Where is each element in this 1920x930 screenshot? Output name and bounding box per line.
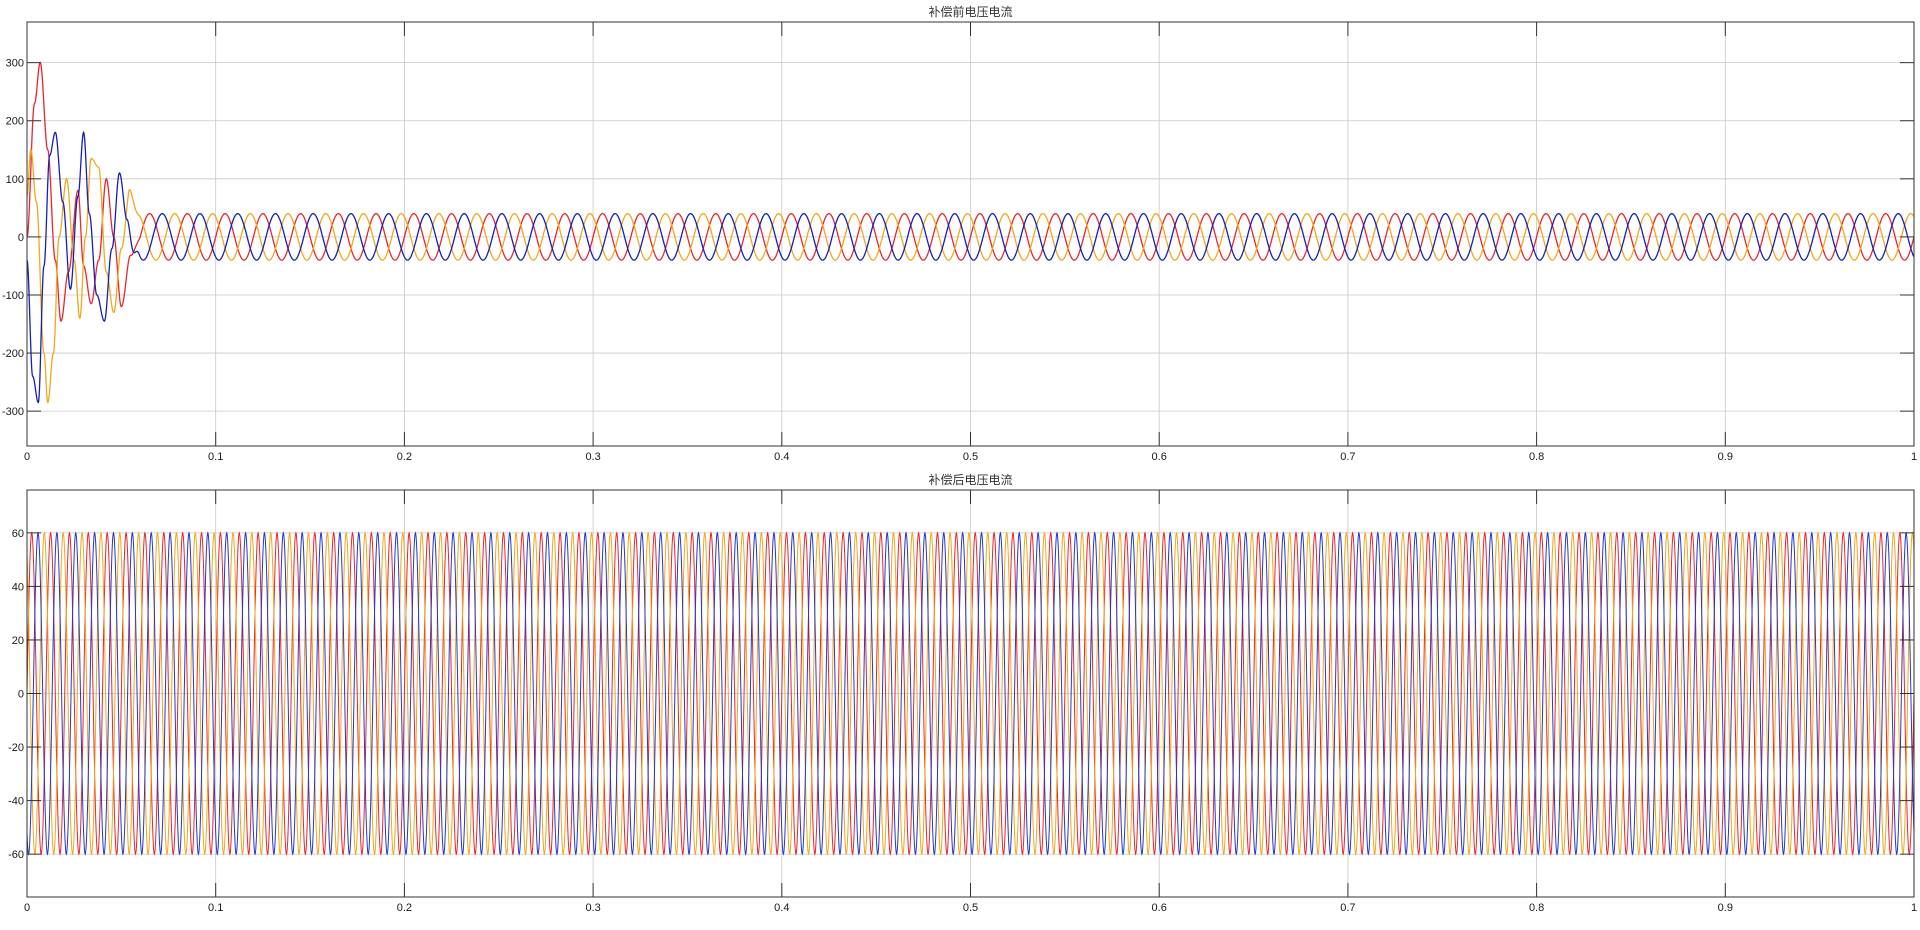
x-tick-label: 1 [1911, 902, 1917, 914]
y-tick-label: 20 [12, 635, 24, 647]
plot-canvas: 0 0.1 0.2 0.3 0.4 0.5 0.6 0.7 0.8 0.9 1-300-200-10… [2, 4, 1917, 914]
x-tick-label: 0.6 [1152, 902, 1167, 914]
y-tick-label: -100 [2, 290, 24, 302]
y-tick-label: 100 [6, 174, 24, 186]
y-tick-label: -300 [2, 406, 24, 418]
chart-1: 0 0.1 0.2 0.3 0.4 0.5 0.6 0.7 0.8 0.9 1 -300 -200 -10… [2, 4, 1917, 463]
x-tick-label: 0.9 [1718, 451, 1733, 463]
y-tick-label: 0 [18, 689, 24, 701]
x-tick-label: 0.8 [1529, 451, 1544, 463]
x-tick-label: 0.1 [208, 902, 223, 914]
y-tick-label: -40 [8, 796, 24, 808]
x-tick-label: 0.5 [963, 902, 978, 914]
y-tick-label: 0 [18, 232, 24, 244]
y-tick-label: -200 [2, 348, 24, 360]
y-tick-label: 40 [12, 581, 24, 593]
x-tick-label: 0.1 [208, 451, 223, 463]
x-tick-label: 0.2 [397, 451, 412, 463]
y-tick-label: 300 [6, 58, 24, 70]
x-tick-label: 0 [24, 902, 30, 914]
x-tick-label: 0.4 [774, 451, 789, 463]
x-tick-label: 0.3 [585, 451, 600, 463]
chart-title: 补偿后电压电流 [928, 472, 1012, 487]
x-tick-label: 0.9 [1718, 902, 1733, 914]
chart-2: 0 0.1 0.2 0.3 0.4 0.5 0.6 0.7 0.8 0.9 1 -60 -40 -20 0 2… [8, 472, 1917, 914]
x-tick-label: 0.3 [585, 902, 600, 914]
x-tick-label: 1 [1911, 451, 1917, 463]
x-tick-label: 0.6 [1152, 451, 1167, 463]
y-tick-label: 200 [6, 116, 24, 128]
y-tick-label: -60 [8, 849, 24, 861]
x-tick-label: 0.8 [1529, 902, 1544, 914]
x-tick-label: 0.7 [1340, 451, 1355, 463]
y-tick-label: 60 [12, 528, 24, 540]
x-tick-label: 0.2 [397, 902, 412, 914]
x-tick-label: 0.7 [1340, 902, 1355, 914]
y-tick-label: -20 [8, 742, 24, 754]
x-tick-label: 0.5 [963, 451, 978, 463]
scope-figure: 0 0.1 0.2 0.3 0.4 0.5 0.6 0.7 0.8 0.9 1 -300 -200 -10… [0, 0, 1920, 930]
x-tick-label: 0 [24, 451, 30, 463]
x-tick-label: 0.4 [774, 902, 789, 914]
chart-title: 补偿前电压电流 [928, 4, 1012, 19]
